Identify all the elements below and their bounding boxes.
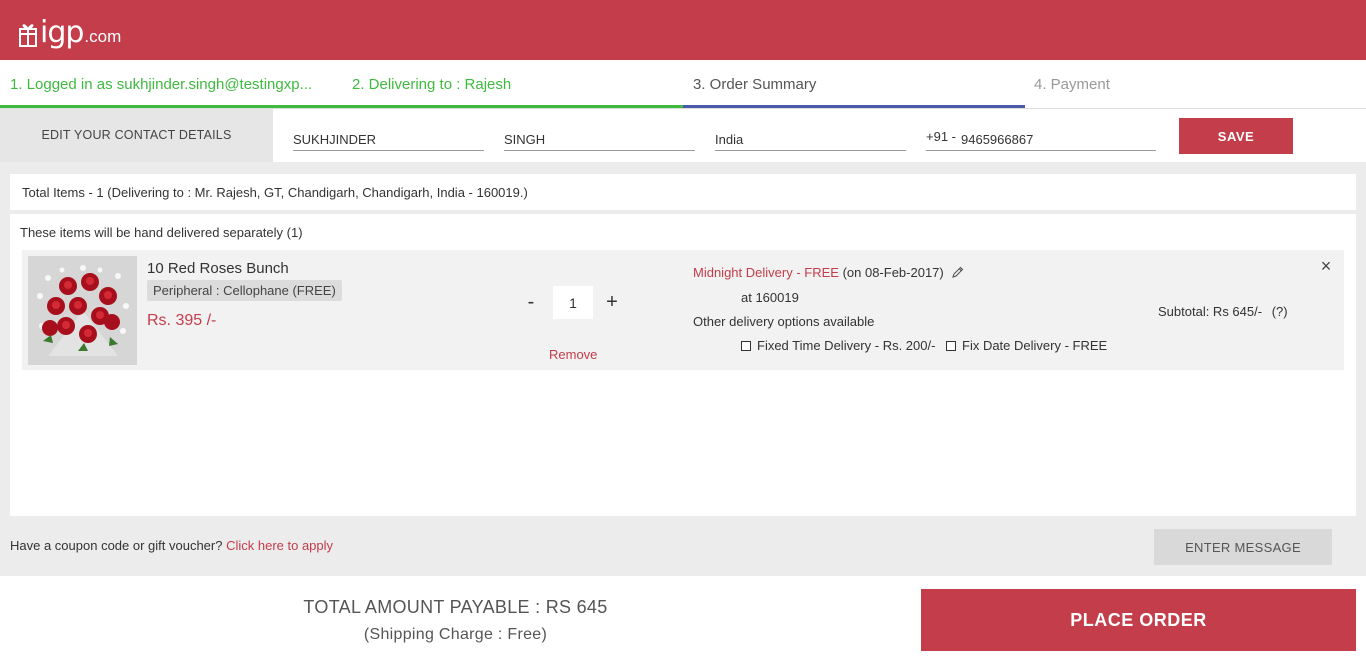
logo-suffix: .com [84,27,122,46]
fixed-time-option[interactable]: Fixed Time Delivery - Rs. 200/- [741,338,935,353]
shipping-charge: (Shipping Charge : Free) [363,626,548,643]
hand-delivery-note: These items will be hand delivered separ… [20,225,303,240]
step-delivery[interactable]: 2. Delivering to : Rajesh [352,60,652,109]
subtotal-help-icon[interactable]: (?) [1272,304,1288,319]
top-header: igp .com [0,0,1366,60]
cart-item: 10 Red Roses Bunch Peripheral : Cellopha… [22,250,1344,370]
country-field[interactable] [715,119,906,151]
remove-item-link[interactable]: Remove [549,347,597,362]
increase-quantity-button[interactable]: + [602,290,622,314]
last-name-field[interactable] [504,119,695,151]
total-items-summary: Total Items - 1 (Delivering to : Mr. Raj… [10,174,1356,210]
phone-field[interactable] [926,119,1156,151]
save-button[interactable]: SAVE [1179,118,1293,154]
phone-prefix: +91 - [926,129,956,144]
progress-done-bar [0,105,683,108]
cart-panel: These items will be hand delivered separ… [10,214,1356,516]
delivery-type: Midnight Delivery - FREE [693,265,839,280]
place-order-button[interactable]: PLACE ORDER [921,589,1356,651]
step-payment: 4. Payment [1034,76,1110,93]
contact-section-label: EDIT YOUR CONTACT DETAILS [0,109,273,162]
fix-date-checkbox[interactable] [946,340,956,351]
item-subtotal: Subtotal: Rs 645/- (?) [1158,304,1288,319]
fixed-time-label: Fixed Time Delivery - Rs. 200/- [757,338,936,353]
fix-date-option[interactable]: Fix Date Delivery - FREE [946,338,1107,353]
quantity-input[interactable] [553,286,593,319]
fixed-time-checkbox[interactable] [741,340,751,351]
delivery-pincode: at 160019 [741,290,799,305]
total-amount-payable: TOTAL AMOUNT PAYABLE : RS 645 [303,597,608,617]
fix-date-label: Fix Date Delivery - FREE [962,338,1108,353]
other-options-label: Other delivery options available [693,314,875,329]
apply-coupon-link[interactable]: Click here to apply [226,538,333,553]
enter-message-button[interactable]: ENTER MESSAGE [1154,529,1332,565]
peripheral-badge: Peripheral : Cellophane (FREE) [147,280,342,301]
order-footer: TOTAL AMOUNT PAYABLE : RS 645 (Shipping … [0,576,1366,662]
gift-icon [18,20,38,48]
subtotal-text: Subtotal: Rs 645/- [1158,304,1263,319]
delivery-date: (on 08-Feb-2017) [842,265,944,280]
coupon-prompt: Have a coupon code or gift voucher? Clic… [10,538,333,553]
first-name-field[interactable] [293,119,484,151]
checkout-steps: 1. Logged in as sukhjinder.singh@testing… [0,60,1366,109]
contact-details-row: EDIT YOUR CONTACT DETAILS +91 - SAVE [0,109,1366,162]
step-order-summary[interactable]: 3. Order Summary [693,60,993,109]
site-logo[interactable]: igp .com [18,12,121,48]
coupon-prompt-text: Have a coupon code or gift voucher? [10,538,223,553]
delivery-info: Midnight Delivery - FREE (on 08-Feb-2017… [693,265,964,282]
logo-text: igp [40,15,84,50]
product-price: Rs. 395 /- [147,312,217,329]
edit-delivery-icon[interactable] [951,266,964,282]
step-login[interactable]: 1. Logged in as sukhjinder.singh@testing… [10,60,332,109]
close-icon[interactable]: × [1318,256,1334,276]
decrease-quantity-button[interactable]: - [523,290,539,314]
product-name[interactable]: 10 Red Roses Bunch [147,260,289,277]
roses-bouquet-image [28,256,137,365]
progress-active-bar [683,105,1025,108]
coupon-row: Have a coupon code or gift voucher? Clic… [0,516,1366,576]
